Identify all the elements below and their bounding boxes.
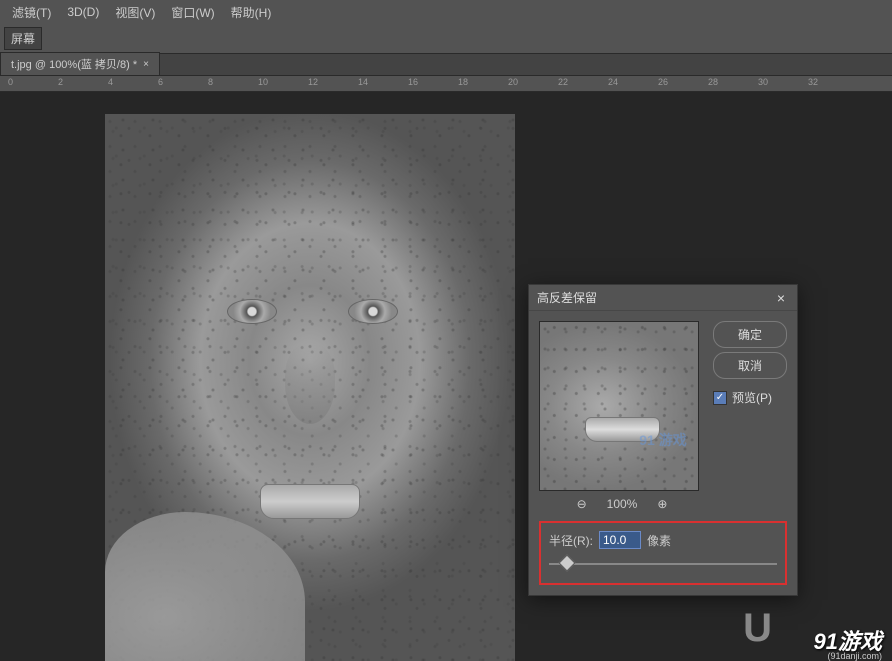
menu-filter[interactable]: 滤镜(T)	[4, 1, 59, 24]
zoom-in-icon[interactable]: ⊕	[657, 497, 667, 511]
dialog-titlebar[interactable]: 高反差保留 ×	[529, 285, 797, 311]
preview-thumbnail[interactable]	[539, 321, 699, 491]
face-mouth	[260, 484, 360, 519]
ruler-tick: 2	[58, 77, 63, 87]
ruler-tick: 4	[108, 77, 113, 87]
ruler-tick: 24	[608, 77, 618, 87]
face-eye-right	[348, 299, 398, 324]
ruler-tick: 16	[408, 77, 418, 87]
toolbar-screen-label[interactable]: 屏幕	[4, 27, 42, 50]
watermark-u: U	[743, 606, 772, 651]
ruler-tick: 22	[558, 77, 568, 87]
ruler-tick: 10	[258, 77, 268, 87]
face-eye-left	[227, 299, 277, 324]
radius-slider[interactable]	[549, 557, 777, 571]
slider-track	[549, 563, 777, 565]
ruler-tick: 14	[358, 77, 368, 87]
menu-3d[interactable]: 3D(D)	[59, 2, 107, 22]
high-pass-dialog: 高反差保留 × ⊖ 100% ⊕ 确定 取消 ✓ 预览(P)	[528, 284, 798, 596]
horizontal-ruler: 0 2 4 6 8 10 12 14 16 18 20 22 24 26 28 …	[0, 76, 892, 92]
cancel-button[interactable]: 取消	[713, 352, 787, 379]
document-tab[interactable]: t.jpg @ 100%(蓝 拷贝/8) * ×	[0, 52, 160, 75]
dialog-title: 高反差保留	[537, 289, 597, 306]
radius-label: 半径(R):	[549, 532, 593, 549]
radius-section: 半径(R): 像素	[539, 521, 787, 585]
ruler-tick: 26	[658, 77, 668, 87]
menubar: 滤镜(T) 3D(D) 视图(V) 窗口(W) 帮助(H)	[0, 0, 892, 24]
preview-checkbox[interactable]: ✓	[713, 391, 727, 405]
menu-view[interactable]: 视图(V)	[107, 1, 163, 24]
ruler-tick: 32	[808, 77, 818, 87]
ruler-tick: 12	[308, 77, 318, 87]
slider-thumb[interactable]	[559, 555, 576, 572]
close-icon[interactable]: ×	[143, 59, 149, 70]
zoom-out-icon[interactable]: ⊖	[577, 497, 587, 511]
menu-help[interactable]: 帮助(H)	[223, 1, 280, 24]
zoom-percentage: 100%	[607, 497, 638, 511]
radius-unit: 像素	[647, 532, 671, 549]
document-tab-bar: t.jpg @ 100%(蓝 拷贝/8) * ×	[0, 54, 892, 76]
ruler-tick: 30	[758, 77, 768, 87]
ruler-tick: 6	[158, 77, 163, 87]
ruler-tick: 18	[458, 77, 468, 87]
preview-mouth	[585, 417, 660, 442]
preview-checkbox-row[interactable]: ✓ 预览(P)	[713, 389, 787, 406]
radius-input[interactable]	[599, 531, 641, 549]
preview-label: 预览(P)	[732, 389, 772, 406]
face-nose	[285, 344, 335, 424]
watermark-br-sub: (91danji.com)	[827, 651, 882, 661]
ok-button[interactable]: 确定	[713, 321, 787, 348]
options-bar: 屏幕	[0, 24, 892, 54]
document-canvas[interactable]	[105, 114, 515, 661]
close-icon[interactable]: ×	[773, 290, 789, 306]
document-tab-label: t.jpg @ 100%(蓝 拷贝/8) *	[11, 56, 137, 72]
canvas-area[interactable]: 高反差保留 × ⊖ 100% ⊕ 确定 取消 ✓ 预览(P)	[0, 92, 892, 661]
menu-window[interactable]: 窗口(W)	[163, 1, 222, 24]
ruler-tick: 8	[208, 77, 213, 87]
ruler-tick: 28	[708, 77, 718, 87]
ruler-tick: 0	[8, 77, 13, 87]
ruler-tick: 20	[508, 77, 518, 87]
